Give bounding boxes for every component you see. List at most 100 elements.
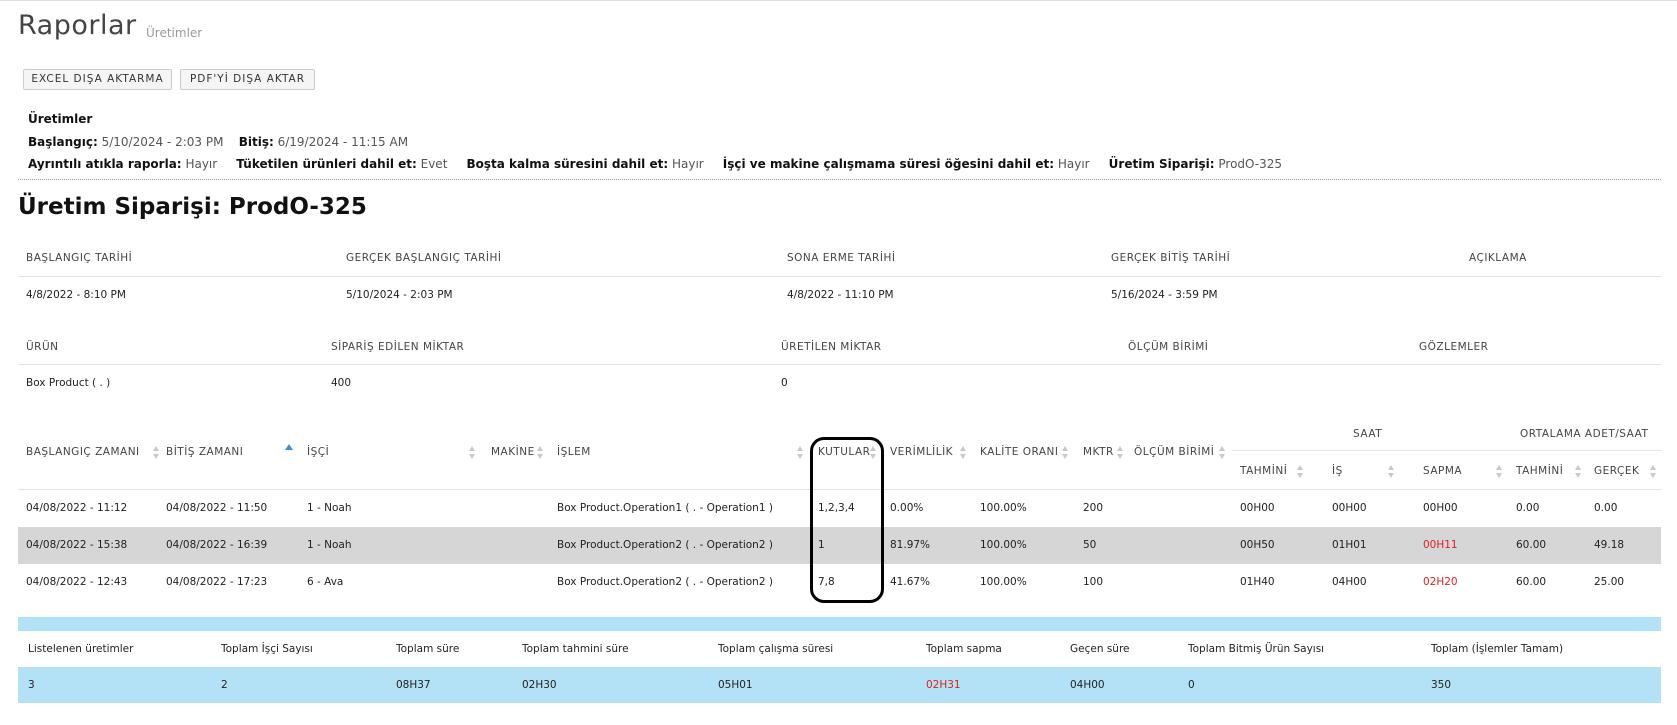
sort-icon[interactable]	[1297, 465, 1304, 479]
col-header-avg-actual[interactable]: GERÇEK	[1594, 465, 1639, 477]
cell-avg-estimated: 60.00	[1516, 539, 1547, 551]
summary-header: Toplam (İşlemler Tamam)	[1431, 643, 1564, 655]
page-title: Raporlar	[18, 10, 137, 41]
sort-icon[interactable]	[1062, 446, 1069, 460]
cell-qty: 50	[1083, 539, 1097, 551]
sort-icon[interactable]	[1388, 465, 1395, 479]
col-header-actual-end: GERÇEK BİTİŞ TARİHİ	[1111, 252, 1231, 264]
col-header-description: AÇIKLAMA	[1469, 252, 1527, 264]
cell-operation: Box Product.Operation2 ( . - Operation2 …	[557, 539, 773, 551]
summary-value: 04H00	[1070, 679, 1105, 691]
summary-value: 350	[1431, 679, 1452, 691]
product-value: Box Product ( . )	[26, 377, 111, 389]
cell-saat-estimated: 01H40	[1240, 576, 1275, 588]
end-date-value: 4/8/2022 - 11:10 PM	[787, 289, 894, 301]
filter-label: İşçi ve makine çalışmama süresi öğesini …	[722, 157, 1055, 171]
report-date-range: Başlangıç: 5/10/2024 - 2:03 PM Bitiş: 6/…	[28, 135, 408, 149]
summary-value: 08H37	[396, 679, 431, 691]
filter-value: ProdO-325	[1218, 157, 1283, 171]
summary-value: 2	[221, 679, 228, 691]
cell-saat-work: 00H00	[1332, 502, 1367, 514]
sort-asc-icon[interactable]	[285, 444, 293, 450]
sort-icon[interactable]	[153, 446, 160, 460]
start-value: 5/10/2024 - 2:03 PM	[101, 135, 224, 149]
cell-end-time: 04/08/2022 - 16:39	[166, 539, 268, 551]
summary-header: Toplam İşçi Sayısı	[221, 643, 313, 655]
divider	[18, 179, 1661, 180]
highlight-annotation	[810, 437, 884, 603]
col-header-qty[interactable]: MKTR	[1083, 446, 1114, 458]
summary-header: Toplam süre	[396, 643, 460, 655]
col-header-avg-estimated[interactable]: TAHMİNİ	[1516, 465, 1563, 477]
col-header-start-time[interactable]: BAŞLANGIÇ ZAMANI	[26, 446, 140, 458]
cell-avg-actual: 25.00	[1594, 576, 1625, 588]
start-date-value: 4/8/2022 - 8:10 PM	[26, 289, 126, 301]
group-divider	[1232, 450, 1661, 451]
actual-end-value: 5/16/2024 - 3:59 PM	[1111, 289, 1218, 301]
order-title: Üretim Siparişi: ProdO-325	[18, 194, 367, 220]
ordered-qty-value: 400	[331, 377, 352, 389]
sort-icon[interactable]	[1650, 465, 1657, 479]
summary-value: 02H30	[522, 679, 557, 691]
cell-saat-deviation: 00H11	[1423, 539, 1458, 551]
cell-saat-deviation: 02H20	[1423, 576, 1458, 588]
filter-label: Ayrıntılı atıkla raporla:	[28, 157, 182, 171]
sort-icon[interactable]	[1575, 465, 1582, 479]
filter-value: Hayır	[185, 157, 218, 171]
cell-avg-actual: 49.18	[1594, 539, 1625, 551]
col-header-end-date: SONA ERME TARİHİ	[787, 252, 896, 264]
col-header-saat-estimated[interactable]: TAHMİNİ	[1240, 465, 1287, 477]
col-header-operation[interactable]: İŞLEM	[557, 446, 591, 458]
col-header-produced-qty: ÜRETİLEN MİKTAR	[781, 341, 882, 353]
col-header-saat-deviation[interactable]: SAPMA	[1423, 465, 1462, 477]
summary-row	[18, 667, 1661, 703]
col-header-quality[interactable]: KALİTE ORANI	[980, 446, 1059, 458]
filter-label: Boşta kalma süresini dahil et:	[466, 157, 669, 171]
summary-value: 05H01	[718, 679, 753, 691]
sort-icon[interactable]	[469, 446, 476, 460]
cell-operation: Box Product.Operation2 ( . - Operation2 …	[557, 576, 773, 588]
cell-qty: 100	[1083, 576, 1104, 588]
filter-value: Hayır	[671, 157, 704, 171]
cell-saat-estimated: 00H50	[1240, 539, 1275, 551]
col-header-actual-start: GERÇEK BAŞLANGIÇ TARİHİ	[346, 252, 502, 264]
col-header-efficiency[interactable]: VERİMLİLİK	[890, 446, 953, 458]
report-name: Üretimler	[28, 112, 93, 126]
cell-saat-estimated: 00H00	[1240, 502, 1275, 514]
summary-header: Toplam Bitmiş Ürün Sayısı	[1188, 643, 1325, 655]
cell-saat-work: 04H00	[1332, 576, 1367, 588]
summary-header: Toplam çalışma süresi	[718, 643, 834, 655]
cell-start-time: 04/08/2022 - 12:43	[26, 576, 128, 588]
cell-worker: 1 - Noah	[307, 502, 352, 514]
cell-worker: 1 - Noah	[307, 539, 352, 551]
cell-quality: 100.00%	[980, 502, 1027, 514]
sort-icon[interactable]	[537, 446, 544, 460]
excel-export-button[interactable]: EXCEL DIŞA AKTARMA	[23, 69, 172, 90]
cell-efficiency: 0.00%	[890, 502, 924, 514]
col-header-saat-work[interactable]: İŞ	[1332, 465, 1343, 477]
col-header-end-time[interactable]: BİTİŞ ZAMANI	[166, 446, 243, 458]
cell-avg-actual: 0.00	[1594, 502, 1618, 514]
start-label: Başlangıç:	[28, 135, 98, 149]
sort-icon[interactable]	[797, 446, 804, 460]
cell-saat-deviation: 00H00	[1423, 502, 1458, 514]
filter-label: Tüketilen ürünleri dahil et:	[236, 157, 417, 171]
pdf-export-button[interactable]: PDF'Yİ DIŞA AKTAR	[180, 69, 315, 90]
col-header-start-date: BAŞLANGIÇ TARİHİ	[26, 252, 133, 264]
col-header-product: ÜRÜN	[26, 341, 59, 353]
sort-icon[interactable]	[1496, 465, 1503, 479]
summary-band	[18, 617, 1661, 631]
sort-icon[interactable]	[1117, 446, 1124, 460]
col-header-worker[interactable]: İŞÇİ	[307, 446, 329, 458]
cell-efficiency: 81.97%	[890, 539, 931, 551]
sort-icon[interactable]	[960, 446, 967, 460]
col-header-machine[interactable]: MAKİNE	[491, 446, 535, 458]
col-header-unit[interactable]: ÖLÇÜM BİRİMİ	[1134, 446, 1214, 458]
group-header-ortalama: ORTALAMA ADET/SAAT	[1520, 428, 1649, 440]
cell-end-time: 04/08/2022 - 11:50	[166, 502, 268, 514]
cell-worker: 6 - Ava	[307, 576, 344, 588]
filter-value: Hayır	[1057, 157, 1090, 171]
sort-icon[interactable]	[1219, 446, 1226, 460]
col-header-observations: GÖZLEMLER	[1419, 341, 1489, 353]
cell-end-time: 04/08/2022 - 17:23	[166, 576, 268, 588]
